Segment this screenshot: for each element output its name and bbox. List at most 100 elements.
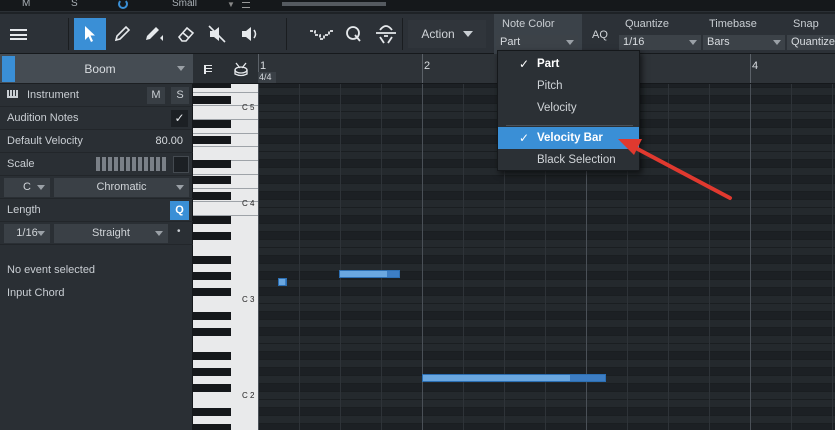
menu-item-pitch[interactable]: Pitch: [498, 75, 639, 97]
pencil-tool-button[interactable]: [106, 18, 138, 50]
speaker-icon: [242, 27, 257, 41]
grid-lane: [258, 416, 835, 424]
scale-keyboard-icon[interactable]: [96, 157, 166, 171]
timebase-label: Timebase: [709, 18, 757, 30]
menu-item-part[interactable]: ✓ Part: [498, 53, 639, 75]
grid-lane: [258, 288, 835, 296]
black-key[interactable]: [193, 96, 231, 104]
listen-tool-button[interactable]: [234, 18, 266, 50]
length-mode-value: Straight: [92, 227, 130, 239]
scale-root-value: C: [23, 181, 31, 193]
octave-label: C 4: [242, 199, 255, 208]
black-key[interactable]: [193, 136, 231, 144]
midi-note[interactable]: [339, 270, 400, 278]
scale-row: Scale: [0, 153, 193, 176]
grid-lane: [258, 248, 835, 256]
audition-notes-checkbox[interactable]: ✓: [171, 110, 188, 127]
black-key[interactable]: [193, 368, 231, 376]
menu-icon[interactable]: [10, 29, 27, 40]
time-signature[interactable]: 4/4: [258, 72, 276, 83]
chevron-down-icon[interactable]: [177, 66, 185, 71]
transform-button[interactable]: [370, 18, 402, 50]
default-velocity-value[interactable]: 80.00: [155, 135, 183, 147]
scroll-bar[interactable]: [282, 2, 386, 6]
power-icon[interactable]: [118, 0, 128, 9]
size-label[interactable]: Small: [172, 0, 197, 9]
mute-button[interactable]: M: [147, 87, 165, 104]
grid-lane: [258, 408, 835, 416]
black-key[interactable]: [193, 384, 231, 392]
black-key[interactable]: [193, 256, 231, 264]
grid-lane: [258, 192, 835, 200]
scale-root-select[interactable]: C: [4, 178, 50, 197]
chevron-down-icon: [37, 231, 45, 236]
length-value-select[interactable]: 1/16: [4, 224, 50, 243]
pencil-icon: [114, 25, 131, 42]
eraser-tool-button[interactable]: [170, 18, 202, 50]
length-mode-select[interactable]: Straight: [54, 224, 168, 243]
solo-label[interactable]: S: [71, 0, 78, 9]
menu-item-velocity[interactable]: Velocity: [498, 97, 639, 119]
black-key[interactable]: [193, 176, 231, 184]
list-view-icon[interactable]: [204, 65, 212, 74]
menu-item-label: Part: [537, 58, 560, 70]
note-color-select[interactable]: Part: [496, 35, 578, 50]
black-key[interactable]: [193, 408, 231, 416]
black-key[interactable]: [193, 272, 231, 280]
length-quantize-button[interactable]: Q: [170, 201, 189, 220]
speaker-mute-icon: [208, 25, 226, 43]
scale-type-select[interactable]: Chromatic: [54, 178, 189, 197]
chevron-down-icon[interactable]: ▼: [227, 0, 235, 9]
black-key[interactable]: [193, 328, 231, 336]
black-key[interactable]: [193, 120, 231, 128]
mute-tool-button[interactable]: [202, 18, 234, 50]
arrow-tool-button[interactable]: [74, 18, 106, 50]
velocity-bar: [423, 375, 570, 381]
black-key[interactable]: [193, 352, 231, 360]
instrument-label: Instrument: [27, 89, 79, 101]
black-key[interactable]: [193, 160, 231, 168]
menu-icon[interactable]: [242, 2, 250, 8]
quantize-button[interactable]: [338, 18, 370, 50]
grid-lane: [258, 360, 835, 368]
piano-keyboard[interactable]: C 5 C 4 C 3 C 2: [193, 84, 258, 430]
mute-label[interactable]: M: [22, 0, 30, 9]
bar-number: 4: [752, 60, 759, 72]
quantize-select[interactable]: 1/16: [619, 35, 701, 50]
scale-toggle[interactable]: [173, 156, 189, 173]
snap-value: Quantize: [791, 36, 835, 48]
drum-view-icon[interactable]: [233, 61, 249, 77]
no-event-label: No event selected: [7, 264, 96, 276]
octave-label: C 3: [242, 295, 255, 304]
black-key[interactable]: [193, 84, 231, 88]
black-key[interactable]: [193, 312, 231, 320]
midi-note[interactable]: [422, 374, 606, 382]
aq-button[interactable]: AQ: [592, 29, 608, 41]
solo-button[interactable]: S: [171, 87, 189, 104]
menu-item-black-selection[interactable]: Black Selection: [498, 149, 639, 171]
audition-notes-row: Audition Notes ✓: [0, 107, 193, 130]
keyboard-icon: [7, 90, 18, 98]
black-key[interactable]: [193, 288, 231, 296]
input-chord-label[interactable]: Input Chord: [7, 287, 64, 299]
quantize-label: Quantize: [625, 18, 670, 30]
velocity-bar: [279, 279, 285, 285]
track-header[interactable]: Boom: [0, 54, 193, 84]
action-menu-button[interactable]: Action: [408, 20, 486, 48]
snap-select[interactable]: Quantize: [787, 35, 835, 50]
black-key[interactable]: [193, 232, 231, 240]
length-dot-toggle[interactable]: •: [177, 226, 181, 237]
checkmark-icon: ✓: [519, 57, 530, 71]
timebase-select[interactable]: Bars: [703, 35, 785, 50]
bend-tool-button[interactable]: [306, 18, 338, 50]
midi-note[interactable]: [278, 278, 287, 286]
bar-number: 1: [260, 60, 267, 72]
grid-lane: [258, 352, 835, 360]
grid-lane: [258, 328, 835, 336]
black-key[interactable]: [193, 192, 231, 200]
black-key[interactable]: [193, 216, 231, 224]
black-key[interactable]: [193, 424, 231, 430]
paint-tool-button[interactable]: [138, 18, 170, 50]
grid-lane: [258, 424, 835, 430]
menu-item-velocity-bar[interactable]: ✓ Velocity Bar: [498, 127, 639, 149]
